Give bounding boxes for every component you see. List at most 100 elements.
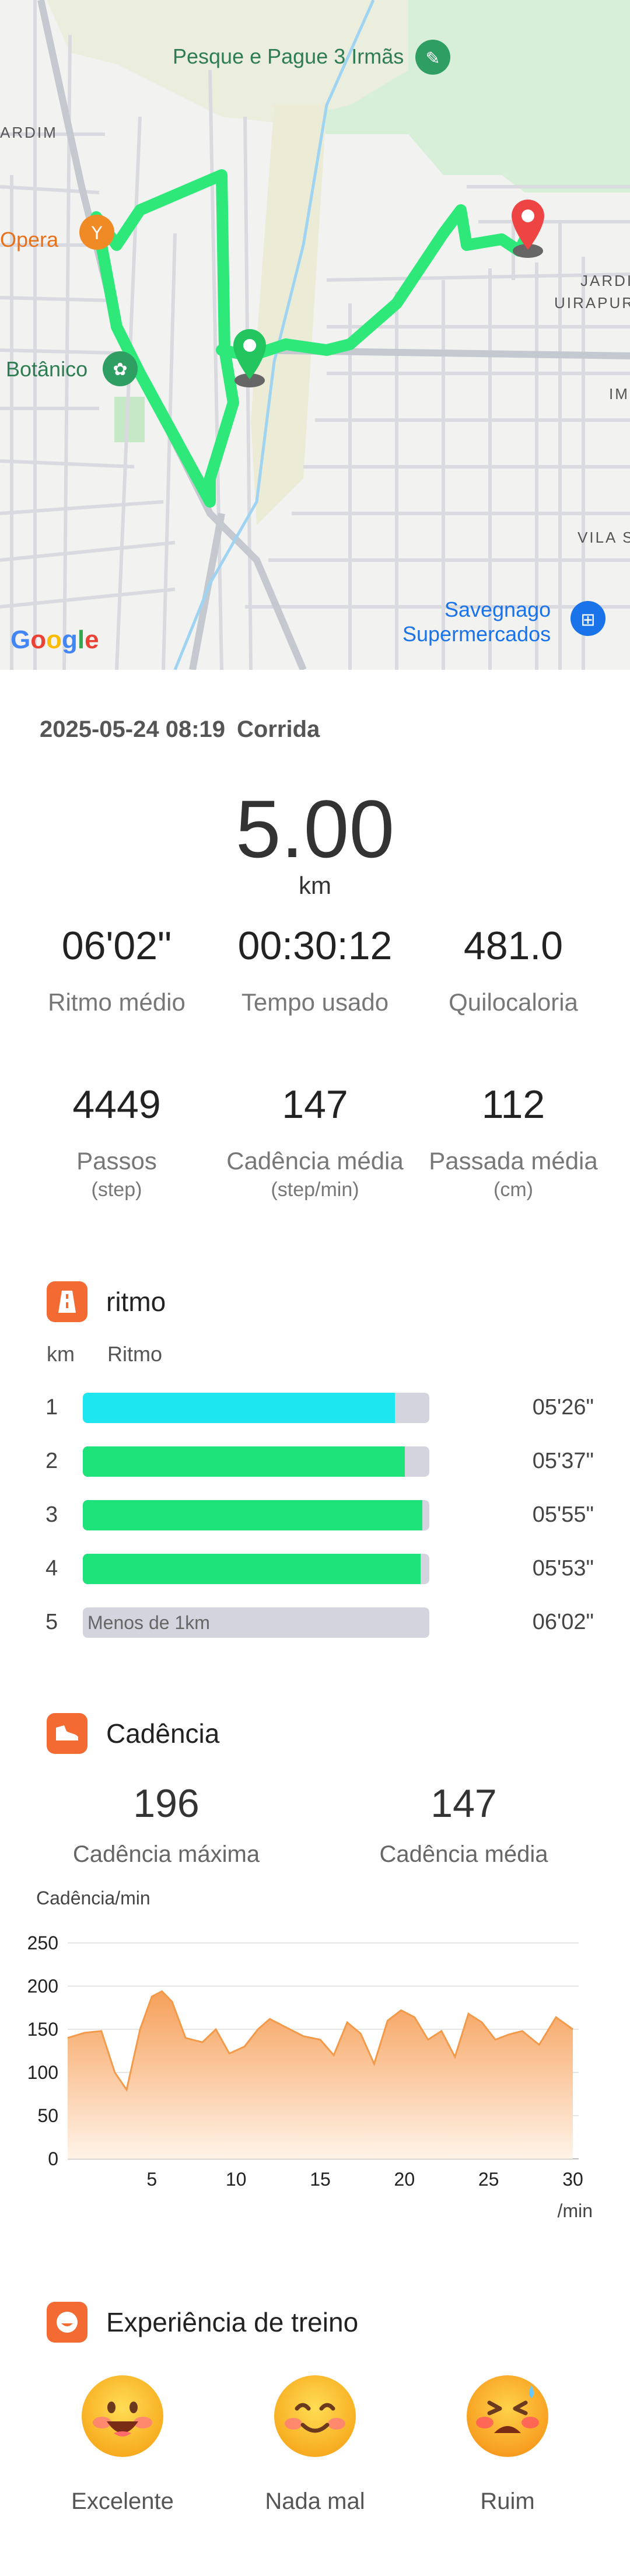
pace-row-km: 5 <box>46 1610 58 1634</box>
y-tick-label: 200 <box>27 1976 58 1997</box>
road-icon <box>47 1281 88 1322</box>
stat-unit: (step) <box>91 1179 142 1201</box>
stat-unit: (cm) <box>494 1179 533 1201</box>
tired-face-icon <box>467 2375 548 2457</box>
map-label-jardim-uirapuru: JARDIM UIRAPURU <box>554 272 630 312</box>
stat-label: Ritmo médio <box>48 988 186 1016</box>
pace-row-value: 05'53" <box>532 1556 594 1581</box>
pace-bar-track <box>83 1554 429 1584</box>
map-label-opera[interactable]: Opera <box>0 228 58 252</box>
cadence-max-label: Cadência máxima <box>72 1841 260 1867</box>
map-label-savegnago[interactable]: Savegnago Supermercados <box>402 597 551 646</box>
excellent-face-icon <box>82 2375 163 2457</box>
stat-value: 06'02" <box>61 924 172 968</box>
pace-bar-note: Menos de 1km <box>88 1612 210 1633</box>
pace-row-km: 2 <box>46 1449 58 1473</box>
stat-label: Passada média <box>429 1147 598 1175</box>
feel-label: Ruim <box>480 2488 535 2514</box>
pace-bar-track: Menos de 1km <box>83 1607 429 1638</box>
feel-option-not-bad[interactable]: Nada mal <box>228 2375 402 2515</box>
svg-text:Y: Y <box>91 223 103 244</box>
pace-row: 5 Menos de 1km 06'02" <box>0 1607 630 1638</box>
stat-label: Passos <box>76 1147 157 1175</box>
x-tick-label: 30 <box>562 2169 583 2190</box>
cadence-avg: 147 Cadência média <box>330 1781 598 1868</box>
y-tick-label: 50 <box>37 2105 58 2126</box>
map-label-im: IM <box>609 385 629 403</box>
pace-bar-fill <box>83 1393 395 1423</box>
pace-bar-fill <box>83 1554 421 1584</box>
feel-label: Excelente <box>71 2488 174 2514</box>
stat-value: 4449 <box>72 1082 161 1127</box>
stat-calories: 481.0 Quilocaloria <box>408 923 618 1016</box>
pace-section-title: ritmo <box>47 1281 166 1322</box>
start-pin-icon <box>233 329 266 387</box>
cadence-avg-value: 147 <box>430 1781 497 1826</box>
pace-row-km: 4 <box>46 1556 58 1581</box>
pace-col-pace: Ritmo <box>107 1342 163 1366</box>
pace-row-value: 05'26" <box>532 1395 594 1420</box>
cadence-title: Cadência <box>106 1718 220 1749</box>
x-tick-label: 20 <box>394 2169 415 2190</box>
svg-text:⊞: ⊞ <box>580 610 595 630</box>
cadence-area <box>68 1991 573 2159</box>
cadence-section-title: Cadência <box>47 1713 219 1754</box>
experience-icon <box>47 2302 88 2343</box>
y-axis-label: Cadência/min <box>36 1888 150 1909</box>
stat-avg-stride: 112 Passada média (cm) <box>408 1082 618 1201</box>
route-map[interactable]: ✎ Y ✿ ⊞ Pesque e Pague 3 Irmãs ARDIM Ope… <box>0 0 630 670</box>
stat-avg-cadence: 147 Cadência média (step/min) <box>210 1082 420 1201</box>
y-tick-label: 100 <box>27 2062 58 2083</box>
pace-bar-fill <box>83 1500 423 1530</box>
workout-date: 2025-05-24 08:19 <box>40 716 226 742</box>
stat-value: 112 <box>481 1082 545 1127</box>
stat-value: 00:30:12 <box>237 924 393 968</box>
y-tick-label: 0 <box>48 2148 58 2169</box>
shoe-icon <box>47 1713 88 1754</box>
stat-time-used: 00:30:12 Tempo usado <box>210 923 420 1016</box>
pace-bar-track <box>83 1393 429 1423</box>
x-axis-label: /min <box>558 2200 593 2221</box>
svg-text:✎: ✎ <box>425 48 440 69</box>
map-canvas: ✎ Y ✿ ⊞ <box>0 0 630 670</box>
pace-row-km: 1 <box>46 1395 58 1420</box>
distance-unit: km <box>299 872 331 899</box>
map-label-pesque[interactable]: Pesque e Pague 3 Irmãs <box>173 44 404 69</box>
cadence-chart: Cadência/min 250 200 150 100 50 0 5 10 15 20 25 30/m… <box>27 1888 593 2221</box>
pace-col-km: km <box>47 1342 75 1366</box>
workout-type: Corrida <box>237 716 320 742</box>
pace-bar-fill <box>83 1446 405 1477</box>
x-tick-label: 25 <box>478 2169 499 2190</box>
smile-face-icon <box>274 2375 356 2457</box>
distance-value: 5.00 <box>235 783 395 875</box>
stat-label: Quilocaloria <box>449 988 578 1016</box>
experience-title: Experiência de treino <box>106 2307 359 2337</box>
cadence-max: 196 Cadência máxima <box>32 1781 300 1868</box>
pace-bar-track <box>83 1446 429 1477</box>
google-logo: Google <box>10 625 99 654</box>
map-label-botanico[interactable]: Botânico <box>6 357 88 382</box>
stat-label: Cadência média <box>226 1147 404 1175</box>
stat-steps: 4449 Passos (step) <box>12 1082 222 1201</box>
pace-row-value: 05'37" <box>532 1449 594 1473</box>
stat-avg-pace: 06'02" Ritmo médio <box>12 923 222 1016</box>
pace-row-value: 05'55" <box>532 1502 594 1527</box>
pace-title: ritmo <box>106 1287 166 1317</box>
x-tick-label: 5 <box>146 2169 157 2190</box>
cadence-avg-label: Cadência média <box>379 1841 548 1867</box>
feel-option-bad[interactable]: Ruim <box>420 2375 595 2515</box>
stat-value: 147 <box>282 1082 348 1127</box>
x-tick-label: 10 <box>226 2169 247 2190</box>
pace-row: 3 05'55" <box>0 1500 630 1530</box>
pace-row: 4 05'53" <box>0 1554 630 1584</box>
stat-label: Tempo usado <box>241 988 389 1016</box>
y-tick-label: 150 <box>27 2019 58 2040</box>
x-tick-label: 15 <box>310 2169 331 2190</box>
experience-section-title: Experiência de treino <box>47 2302 358 2343</box>
cadence-max-value: 196 <box>133 1781 200 1826</box>
feel-option-excellent[interactable]: Excelente <box>35 2375 210 2515</box>
svg-text:✿: ✿ <box>113 359 127 380</box>
pace-row: 2 05'37" <box>0 1446 630 1477</box>
workout-header: 2025-05-24 08:19 Corrida <box>40 716 331 743</box>
pace-bar-track <box>83 1500 429 1530</box>
